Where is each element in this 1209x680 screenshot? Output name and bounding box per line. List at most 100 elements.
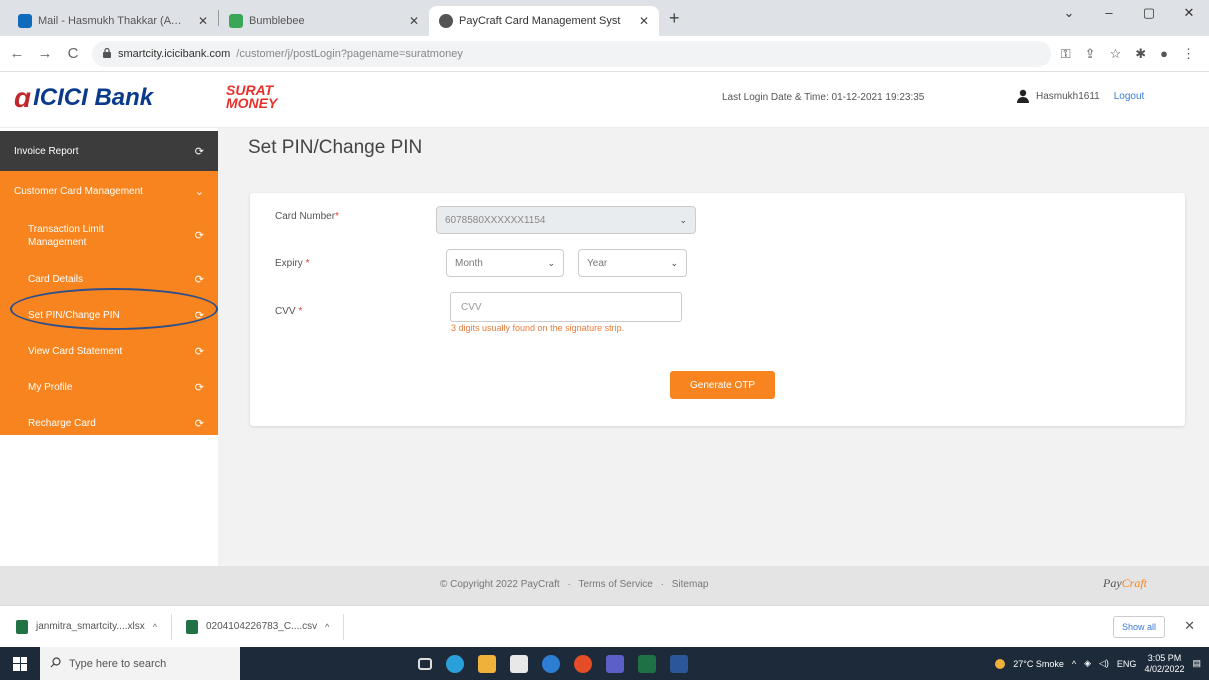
logout-link[interactable]: Logout — [1114, 91, 1145, 102]
volume-icon[interactable]: ◁) — [1099, 658, 1109, 669]
chrome-icon[interactable] — [574, 654, 592, 673]
reload-button[interactable]: C — [64, 45, 82, 62]
arrow-icon: ⟳ — [194, 229, 204, 242]
close-tab-icon[interactable]: ✕ — [639, 14, 649, 28]
windows-logo-icon — [13, 656, 27, 671]
back-button[interactable]: ← — [8, 45, 26, 62]
generate-otp-button[interactable]: Generate OTP — [670, 371, 775, 399]
notification-icon[interactable]: ▤ — [1192, 658, 1201, 669]
profile-icon[interactable]: ● — [1160, 46, 1168, 62]
network-icon[interactable]: ◈ — [1084, 658, 1091, 669]
sitemap-link[interactable]: Sitemap — [672, 579, 709, 590]
browser-tab-bar: Mail - Hasmukh Thakkar (AWSC) ✕ Bumblebe… — [0, 0, 1209, 36]
year-placeholder: Year — [587, 257, 608, 269]
taskbar-search-input[interactable]: Type here to search — [40, 647, 240, 680]
username: Hasmukh1611 — [1036, 90, 1100, 102]
sidebar-item-card-details[interactable]: Card Details ⟳ — [0, 261, 218, 297]
card-number-value: 6078580XXXXXX1154 — [445, 214, 546, 226]
share-icon[interactable]: ⇪ — [1085, 46, 1096, 62]
tray-chevron-icon[interactable]: ^ — [1072, 659, 1076, 669]
clock-date: 4/02/2022 — [1144, 663, 1185, 674]
sidebar-item-customer-card-management[interactable]: Customer Card Management ⌄ — [0, 171, 218, 211]
sidebar-item-view-card-statement[interactable]: View Card Statement ⟳ — [0, 333, 218, 369]
close-tab-icon[interactable]: ✕ — [198, 14, 208, 28]
mail-icon[interactable] — [510, 654, 528, 673]
start-button[interactable] — [0, 647, 40, 680]
bumblebee-favicon-icon — [229, 14, 243, 28]
excel-icon[interactable] — [638, 654, 656, 673]
new-tab-button[interactable]: + — [659, 8, 690, 29]
chevron-up-icon[interactable]: ^ — [153, 622, 157, 632]
browser-tab-paycraft[interactable]: PayCraft Card Management Syst ✕ — [429, 6, 659, 36]
outlook-icon[interactable] — [542, 654, 560, 673]
sidebar-item-invoice-report[interactable]: Invoice Report ⟳ — [0, 131, 218, 171]
terms-link[interactable]: Terms of Service — [578, 579, 652, 590]
paycraft-logo: PayCraft — [1103, 576, 1147, 590]
sidebar-item-label: Card Details — [28, 273, 84, 285]
sidebar-item-my-profile[interactable]: My Profile ⟳ — [0, 369, 218, 405]
tab-title: Bumblebee — [249, 15, 305, 27]
cvv-hint: 3 digits usually found on the signature … — [451, 323, 625, 333]
arrow-icon: ⟳ — [194, 345, 204, 358]
icici-logo[interactable]: ɑ ICICI Bank — [14, 82, 153, 114]
download-item[interactable]: 0204104226783_C....csv ^ — [185, 613, 345, 640]
sidebar-item-label: Transaction Limit Management — [28, 224, 104, 248]
search-placeholder: Type here to search — [69, 657, 167, 670]
address-bar-row: ← → C smartcity.icicibank.com/customer/j… — [0, 36, 1209, 72]
download-item[interactable]: janmitra_smartcity....xlsx ^ — [16, 613, 172, 640]
maximize-button[interactable]: ▢ — [1129, 0, 1169, 30]
extensions-puzzle-icon[interactable]: ✱ — [1135, 46, 1146, 62]
language-indicator[interactable]: ENG — [1117, 659, 1137, 669]
sidebar-item-recharge-card[interactable]: Recharge Card ⟳ — [0, 405, 218, 441]
expiry-month-select[interactable]: Month ⌄ — [446, 249, 564, 277]
taskbar-clock[interactable]: 3:05 PM 4/02/2022 — [1144, 653, 1184, 675]
browser-tab-bumblebee[interactable]: Bumblebee ✕ — [219, 6, 429, 36]
user-icon — [1017, 89, 1029, 103]
icici-mark-icon: ɑ — [14, 82, 32, 113]
chevron-up-icon[interactable]: ^ — [325, 622, 329, 632]
sidebar: Invoice Report ⟳ Customer Card Managemen… — [0, 131, 218, 435]
close-downloads-icon[interactable]: ✕ — [1184, 618, 1195, 634]
sidebar-item-label: Recharge Card — [28, 417, 96, 429]
sidebar-item-label: Customer Card Management — [14, 185, 143, 197]
edge-browser-icon[interactable] — [446, 654, 464, 673]
bank-name: ICICI Bank — [33, 84, 154, 111]
page-footer: © Copyright 2022 PayCraft · Terms of Ser… — [0, 566, 1209, 605]
show-all-button[interactable]: Show all — [1112, 616, 1165, 638]
sidebar-item-label: Invoice Report — [14, 145, 79, 157]
forward-button[interactable]: → — [36, 45, 54, 62]
close-tab-icon[interactable]: ✕ — [409, 14, 419, 28]
download-filename: janmitra_smartcity....xlsx — [36, 621, 145, 632]
task-view-icon[interactable] — [418, 657, 432, 670]
teams-icon[interactable] — [606, 654, 624, 673]
minimize-button[interactable]: – — [1089, 0, 1129, 30]
expiry-year-select[interactable]: Year ⌄ — [578, 249, 687, 277]
last-login-text: Last Login Date & Time: 01-12-2021 19:23… — [722, 92, 925, 103]
window-controls: ⌄ – ▢ ✕ — [1049, 0, 1209, 30]
word-icon[interactable] — [670, 654, 688, 673]
search-icon — [50, 656, 61, 671]
menu-kebab-icon[interactable]: ⋮ — [1182, 46, 1195, 62]
cvv-input[interactable]: CVV — [450, 292, 682, 322]
close-window-button[interactable]: ✕ — [1169, 0, 1209, 30]
page-title: Set PIN/Change PIN — [248, 137, 423, 158]
excel-file-icon — [16, 619, 28, 634]
star-icon[interactable]: ☆ — [1110, 46, 1122, 62]
taskbar-apps — [418, 654, 688, 673]
weather-text[interactable]: 27°C Smoke — [1013, 659, 1064, 669]
tab-title: PayCraft Card Management Syst — [459, 15, 621, 27]
extension-icons: ⚿ ⇪ ☆ ✱ ● ⋮ — [1061, 46, 1201, 62]
url-host: smartcity.icicibank.com — [118, 47, 231, 60]
file-explorer-icon[interactable] — [478, 654, 496, 673]
card-number-select[interactable]: 6078580XXXXXX1154 ⌄ — [436, 206, 696, 234]
url-bar[interactable]: smartcity.icicibank.com/customer/j/postL… — [92, 40, 1051, 67]
browser-tab-mail[interactable]: Mail - Hasmukh Thakkar (AWSC) ✕ — [8, 6, 218, 36]
tab-search-icon[interactable]: ⌄ — [1049, 0, 1089, 30]
sidebar-item-transaction-limit[interactable]: Transaction Limit Management ⟳ — [0, 211, 218, 261]
arrow-icon: ⟳ — [194, 273, 204, 286]
sidebar-item-set-pin[interactable]: Set PIN/Change PIN ⟳ — [0, 297, 218, 333]
tab-title: Mail - Hasmukh Thakkar (AWSC) — [38, 15, 192, 27]
mail-favicon-icon — [18, 14, 32, 28]
key-icon[interactable]: ⚿ — [1061, 46, 1071, 62]
surat-money-logo: SURAT MONEY — [226, 83, 277, 110]
